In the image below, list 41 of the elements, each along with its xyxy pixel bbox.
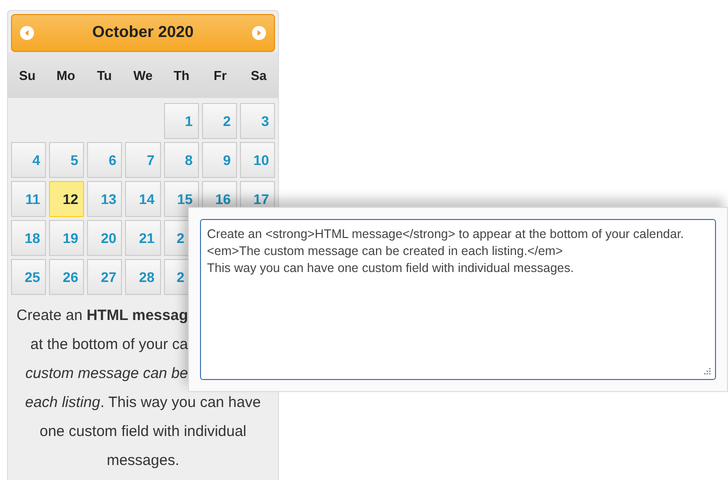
day-cell[interactable]: 11	[11, 181, 46, 217]
day-cell[interactable]: 20	[87, 220, 122, 256]
day-cell[interactable]: 27	[87, 259, 122, 295]
day-cell[interactable]: 3	[240, 103, 275, 139]
weekday-label: Mo	[55, 68, 76, 82]
day-cell[interactable]: 5	[49, 142, 84, 178]
day-cell[interactable]: 6	[87, 142, 122, 178]
day-cell[interactable]: 1	[164, 103, 199, 139]
weekday-label: Th	[172, 68, 190, 82]
next-month-icon[interactable]	[252, 26, 266, 40]
day-cell[interactable]: 19	[49, 220, 84, 256]
day-cell[interactable]: 8	[164, 142, 199, 178]
weekday-label: We	[132, 68, 154, 82]
day-cell[interactable]: 15	[164, 181, 199, 217]
message-line: Create an HTML messag	[16, 306, 188, 326]
day-cell[interactable]: 13	[87, 181, 122, 217]
resize-grip-icon[interactable]	[704, 368, 711, 375]
day-cell[interactable]: 10	[240, 142, 275, 178]
message-line: each listing. This way you can have	[24, 393, 262, 413]
day-cell[interactable]: 9	[202, 142, 237, 178]
day-cell[interactable]: 26	[49, 259, 84, 295]
weekday-label: Sa	[250, 68, 268, 82]
day-cell[interactable]: 4	[11, 142, 46, 178]
message-line: custom message can be	[24, 364, 188, 384]
message-line: messages.	[106, 451, 180, 471]
weekday-label: Tu	[96, 68, 113, 82]
day-cell[interactable]: 28	[125, 259, 161, 295]
day-cell[interactable]: 2	[202, 103, 237, 139]
day-cell[interactable]: 7	[125, 142, 161, 178]
day-cell[interactable]: 25	[11, 259, 46, 295]
day-cell[interactable]: 18	[11, 220, 46, 256]
weekday-label: Fr	[212, 68, 228, 82]
day-cell[interactable]: 21	[125, 220, 161, 256]
message-textarea[interactable]: Create an <strong>HTML message</strong> to appear at the bottom of your calendar. <em>The custom message can be created in each listing.</em> This way you can have one custom field with individual messages.	[200, 219, 716, 380]
weekday-label: Su	[18, 68, 37, 82]
previous-month-icon[interactable]	[20, 26, 34, 40]
day-cell[interactable]: 14	[125, 181, 161, 217]
month-title: October 2020	[92, 24, 194, 42]
message-line: one custom field with individual	[38, 422, 248, 442]
message-line: at the bottom of your ca	[29, 335, 188, 355]
day-cell[interactable]: 12	[49, 181, 84, 217]
